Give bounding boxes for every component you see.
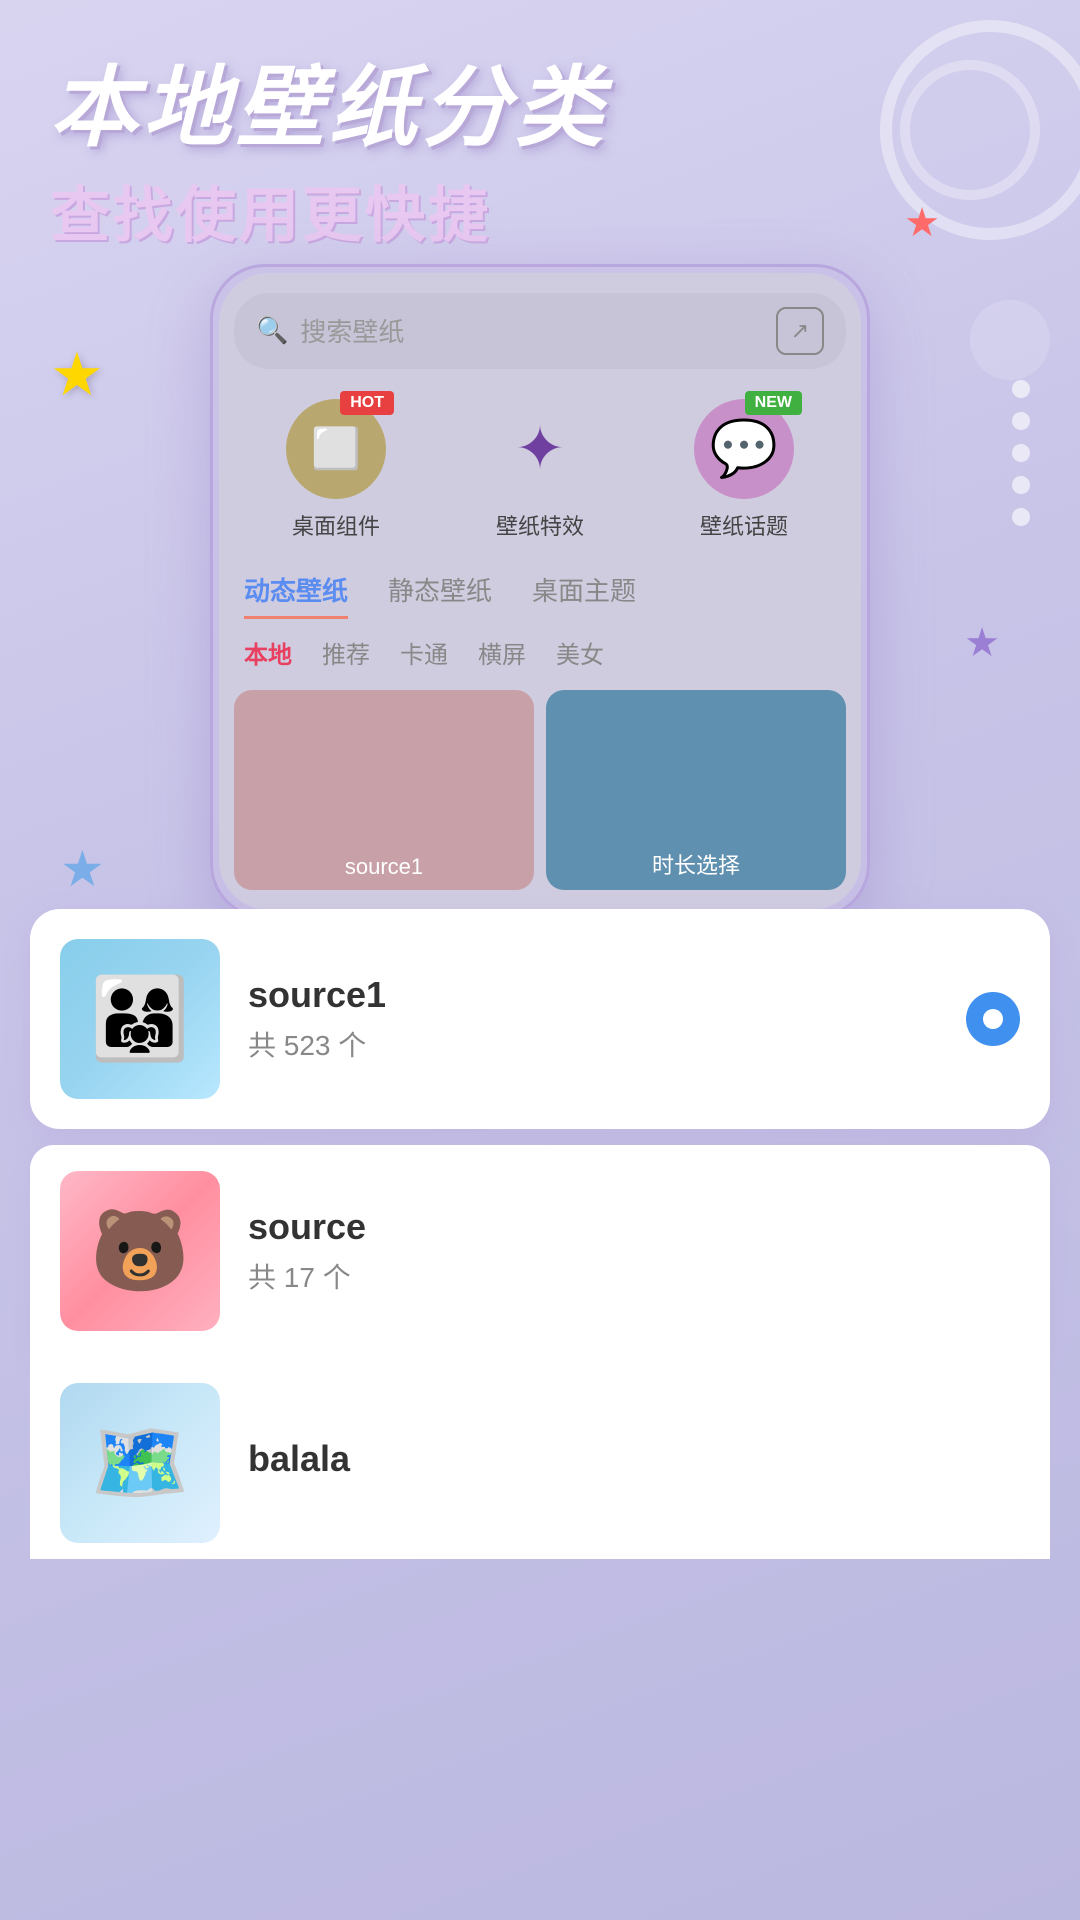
effect-icon-wrap: ✦	[490, 399, 590, 499]
sub-tab-bar: 本地 推荐 卡通 横屏 美女	[234, 635, 846, 670]
tab-desktop-theme[interactable]: 桌面主题	[532, 571, 636, 619]
sub-tab-beauty[interactable]: 美女	[556, 635, 604, 670]
source2-name: source	[248, 1206, 1020, 1248]
hot-badge: HOT	[340, 391, 394, 415]
top-section: 本地壁纸分类 查找使用更快捷	[0, 0, 1080, 284]
sub-title: 查找使用更快捷	[50, 167, 1030, 254]
share-icon: ↗	[791, 318, 809, 344]
dots-decoration	[1012, 380, 1030, 526]
source-list-item-1[interactable]: 👨‍👩‍👧 source1 共 523 个	[30, 909, 1050, 1129]
source-list-item-2[interactable]: 🐻 source 共 17 个	[30, 1145, 1050, 1357]
star-purple-icon: ★	[964, 620, 1000, 666]
source3-info: balala	[248, 1438, 1020, 1488]
sub-tab-cartoon[interactable]: 卡通	[400, 635, 448, 670]
star-blue-icon: ★	[60, 840, 105, 898]
sub-tab-local[interactable]: 本地	[244, 635, 292, 670]
phone-mockup: 🔍 搜索壁纸 ↗ ⬜ HOT 桌面组件	[170, 264, 910, 919]
topic-icon-wrap: 💬 NEW	[694, 399, 794, 499]
category-item-desk[interactable]: ⬜ HOT 桌面组件	[286, 399, 386, 541]
map-icon: 🗺️	[90, 1416, 190, 1510]
effect-label: 壁纸特效	[496, 509, 584, 541]
star-effect-icon: ✦	[515, 414, 565, 484]
source3-thumbnail: 🗺️	[60, 1383, 220, 1543]
source1-radio-button[interactable]	[966, 992, 1020, 1046]
topic-label: 壁纸话题	[700, 509, 788, 541]
share-button[interactable]: ↗	[776, 307, 824, 355]
phone-border: 🔍 搜索壁纸 ↗ ⬜ HOT 桌面组件	[210, 264, 870, 919]
source1-thumbnail: 👨‍👩‍👧	[60, 939, 220, 1099]
source1-info: source1 共 523 个	[248, 974, 938, 1064]
crayon-shin-icon: 👨‍👩‍👧	[90, 972, 190, 1066]
wallpaper-card-source1[interactable]: source1	[234, 690, 534, 890]
new-badge: NEW	[745, 391, 802, 415]
wallpaper-label-source1: source1	[234, 844, 534, 890]
search-bar[interactable]: 🔍 搜索壁纸 ↗	[234, 293, 846, 369]
tab-bar: 动态壁纸 静态壁纸 桌面主题	[234, 571, 846, 619]
source1-count: 共 523 个	[248, 1024, 938, 1064]
source1-name: source1	[248, 974, 938, 1016]
category-row: ⬜ HOT 桌面组件 ✦ 壁纸特效 💬 NEW	[234, 399, 846, 541]
source2-info: source 共 17 个	[248, 1206, 1020, 1296]
radio-inner-dot	[983, 1009, 1003, 1029]
source3-name: balala	[248, 1438, 1020, 1480]
desk-icon: ⬜	[311, 425, 361, 472]
sub-tab-recommend[interactable]: 推荐	[322, 635, 370, 670]
tab-dynamic-wallpaper[interactable]: 动态壁纸	[244, 571, 348, 619]
category-item-topic[interactable]: 💬 NEW 壁纸话题	[694, 399, 794, 541]
wallpaper-label-duration: 时长选择	[546, 838, 846, 890]
source-list-item-3[interactable]: 🗺️ balala	[30, 1357, 1050, 1559]
wallpaper-card-duration[interactable]: 时长选择	[546, 690, 846, 890]
sub-tab-landscape[interactable]: 横屏	[478, 635, 526, 670]
search-icon: 🔍	[256, 315, 288, 346]
phone-inner: 🔍 搜索壁纸 ↗ ⬜ HOT 桌面组件	[219, 273, 861, 910]
chat-icon: 💬	[710, 416, 778, 481]
bottom-list: 👨‍👩‍👧 source1 共 523 个 🐻 source 共 17 个 🗺️…	[0, 909, 1080, 1559]
wallpaper-grid: source1 时长选择	[234, 690, 846, 890]
search-placeholder: 搜索壁纸	[300, 312, 764, 349]
star-yellow-icon: ★	[50, 340, 104, 410]
desk-icon-wrap: ⬜ HOT	[286, 399, 386, 499]
tab-static-wallpaper[interactable]: 静态壁纸	[388, 571, 492, 619]
source2-thumbnail: 🐻	[60, 1171, 220, 1331]
source2-count: 共 17 个	[248, 1256, 1020, 1296]
category-item-effect[interactable]: ✦ 壁纸特效	[490, 399, 590, 541]
main-title: 本地壁纸分类	[50, 60, 1030, 157]
bear-icon: 🐻	[90, 1204, 190, 1298]
desk-label: 桌面组件	[292, 509, 380, 541]
